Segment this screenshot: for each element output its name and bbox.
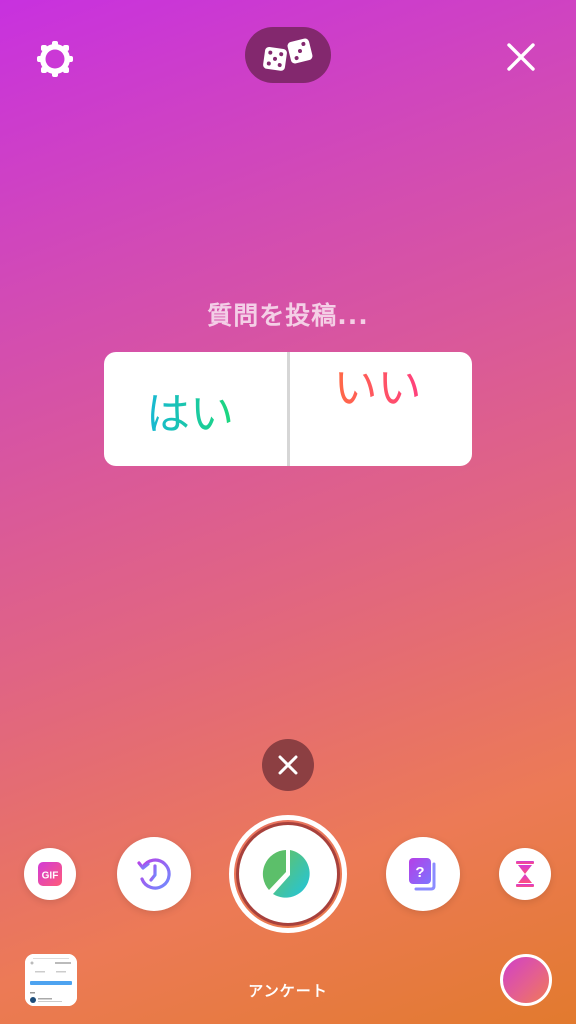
question-mark: ? — [415, 864, 424, 881]
history-icon — [137, 858, 171, 890]
question-cards-icon: ? — [409, 858, 436, 891]
dismiss-tray-button[interactable] — [262, 739, 314, 791]
history-sticker-button[interactable] — [117, 837, 191, 911]
pie-chart-icon — [262, 850, 310, 898]
settings-button[interactable] — [32, 36, 78, 82]
question-input[interactable]: 質問を投稿... — [0, 296, 576, 332]
gif-icon: GIF — [38, 862, 62, 886]
hourglass-icon — [516, 861, 534, 887]
gif-sticker-button[interactable]: GIF — [24, 848, 76, 900]
poll-option-no-text: いい — [334, 352, 422, 416]
poll-option-yes[interactable]: はい — [104, 352, 287, 466]
poll-sticker: はい いい — [104, 352, 472, 466]
mode-label: アンケート — [248, 982, 328, 1000]
poll-sticker-button[interactable] — [236, 822, 340, 926]
question-sticker-button[interactable]: ? — [386, 837, 460, 911]
close-icon — [278, 755, 298, 775]
close-button[interactable] — [498, 34, 544, 80]
countdown-sticker-button[interactable] — [499, 848, 551, 900]
background-color-button[interactable] — [500, 954, 552, 1006]
gear-icon — [37, 41, 73, 77]
close-icon — [507, 43, 535, 71]
poll-option-yes-text: はい — [146, 378, 234, 442]
gif-label: GIF — [42, 871, 59, 882]
dice-icon — [263, 38, 313, 71]
randomize-button[interactable] — [245, 27, 331, 83]
poll-option-no[interactable]: いい — [290, 352, 473, 466]
